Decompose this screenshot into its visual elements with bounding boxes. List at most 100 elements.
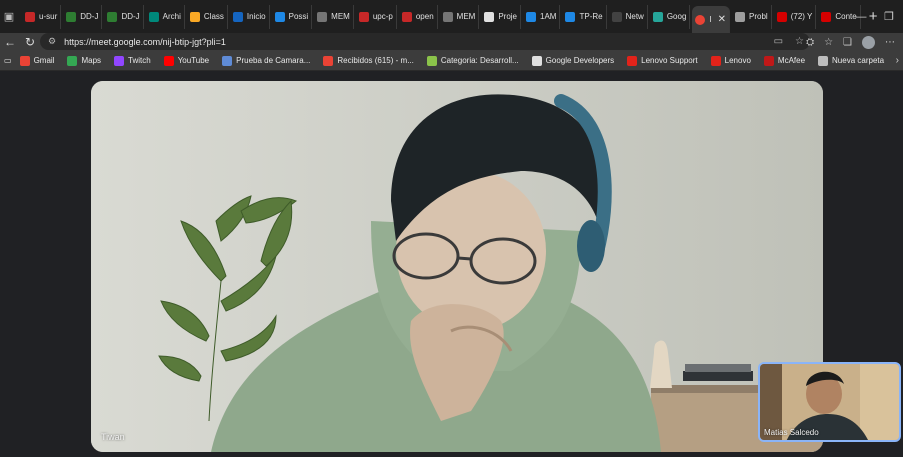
bookmark-favicon-icon	[19, 55, 30, 66]
bookmarks-overflow-icon[interactable]: ›	[896, 55, 899, 66]
tab-label: Netw	[625, 12, 644, 21]
workspaces-icon[interactable]: ▣	[0, 8, 18, 26]
bookmark-label: Prueba de Camara...	[236, 56, 311, 65]
bookmark-label: Maps	[81, 56, 102, 65]
back-icon[interactable]: ←	[0, 35, 20, 49]
self-view-tile[interactable]: Matias Salcedo	[758, 362, 901, 442]
tab-favicon-icon	[484, 11, 495, 22]
browser-tab[interactable]: MEM	[314, 4, 354, 29]
browser-tab[interactable]: u-sur	[22, 4, 62, 29]
active-tab-label: I	[709, 15, 712, 24]
browser-tab[interactable]: MEM	[440, 4, 480, 29]
browser-tab[interactable]: Class	[187, 4, 228, 29]
browser-tab[interactable]: Proje	[481, 4, 522, 29]
tab-label: Proje	[498, 12, 518, 21]
collections-icon[interactable]: ❏	[843, 37, 852, 48]
browser-tab[interactable]: Netw	[609, 4, 648, 29]
bookmark-label: YouTube	[177, 56, 210, 65]
tab-favicon-icon	[565, 11, 576, 22]
bookmark-item[interactable]: Twitch	[114, 55, 151, 66]
reload-icon[interactable]: ↻	[20, 35, 40, 49]
bookmark-item[interactable]: Maps	[67, 55, 102, 66]
bookmark-item[interactable]: Recibidos (615) - m...	[323, 55, 414, 66]
tab-label: MEM	[456, 12, 476, 21]
more-menu-icon[interactable]: ⋯	[885, 37, 895, 48]
browser-tab[interactable]: upc-p	[356, 4, 397, 29]
tab-label: Goog	[666, 12, 687, 21]
favorites-icon[interactable]: ☆	[824, 37, 833, 48]
tab-favicon-icon	[148, 11, 159, 22]
browser-tab[interactable]: Possi	[272, 4, 313, 29]
close-tab-icon[interactable]: ✕	[718, 14, 726, 25]
bookmark-item[interactable]: YouTube	[163, 55, 210, 66]
tab-favicon-icon	[442, 11, 453, 22]
tab-favicon-icon	[317, 11, 328, 22]
browser-tab[interactable]: Probl	[732, 4, 772, 29]
tab-favicon-icon	[25, 11, 35, 22]
bookmark-item[interactable]: McAfee	[763, 55, 806, 66]
favorite-star-icon[interactable]: ☆	[795, 36, 804, 47]
camera-in-use-icon[interactable]: ▭	[774, 36, 783, 47]
self-participant-name: Matias Salcedo	[764, 428, 819, 437]
tab-label: Probl	[749, 12, 768, 21]
bookmark-item[interactable]: Lenovo Support	[627, 55, 698, 66]
tab-favicon-icon	[401, 11, 412, 22]
browser-tab[interactable]: Goog	[650, 4, 691, 29]
meeting-stage: Tiwan Matias Salcedo	[0, 71, 903, 457]
bookmark-item[interactable]: Prueba de Camara...	[222, 55, 311, 66]
tab-label: MEM	[331, 12, 350, 21]
tab-label: u-sur	[39, 12, 58, 21]
bookmark-label: Nueva carpeta	[832, 56, 885, 65]
bookmark-favicon-icon	[818, 55, 829, 66]
tab-favicon-icon	[776, 11, 787, 22]
restore-button[interactable]: ❐	[875, 10, 903, 23]
bookmark-item[interactable]: Nueva carpeta	[818, 55, 885, 66]
tab-favicon-icon	[66, 11, 77, 22]
address-bar[interactable]: ⚙ https://meet.google.com/nij-btip-jgt?p…	[40, 33, 810, 50]
tab-favicon-icon	[358, 11, 369, 22]
bookmark-label: Recibidos (615) - m...	[337, 56, 414, 65]
extensions-icon[interactable]: ⛭	[806, 37, 814, 48]
bookmark-favicon-icon	[627, 55, 638, 66]
tab-favicon-icon	[107, 11, 118, 22]
browser-tab[interactable]: DD-J	[63, 4, 103, 29]
bookmark-item[interactable]: Lenovo	[710, 55, 751, 66]
minimize-button[interactable]: —	[847, 11, 875, 23]
tab-label: Class	[203, 12, 224, 21]
bookmark-item[interactable]: Categoria: Desarroll...	[426, 55, 519, 66]
site-info-icon[interactable]: ⚙	[48, 36, 56, 47]
browser-tab[interactable]: (72) Y	[774, 4, 817, 29]
tab-label: upc-p	[372, 12, 393, 21]
bookmark-label: McAfee	[777, 56, 806, 65]
bookmark-item[interactable]: Gmail	[19, 55, 55, 66]
tabs-container: u-sur DD-J DD-J Archi Class Inicio Possi MEM upc…	[22, 0, 877, 33]
profile-avatar[interactable]	[862, 35, 875, 49]
tab-label: Inicio	[246, 12, 266, 21]
tab-label: 1AM	[540, 12, 557, 21]
main-video-tile[interactable]: Tiwan	[91, 81, 823, 452]
tab-label: (72) Y	[790, 12, 813, 21]
tab-strip: ▣ u-sur DD-J DD-J Archi Class Inicio Possi MEM u…	[0, 0, 903, 33]
bookmark-favicon-icon	[426, 55, 437, 66]
main-video-feed	[91, 81, 823, 452]
browser-tab[interactable]: open	[399, 4, 438, 29]
url-text[interactable]: https://meet.google.com/nij-btip-jgt?pli…	[64, 37, 226, 47]
bookmark-favicon-icon	[114, 55, 125, 66]
bookmark-favicon-icon	[222, 55, 233, 66]
active-tab[interactable]: I ✕	[692, 6, 731, 33]
main-participant-name: Tiwan	[101, 432, 125, 442]
browser-tab[interactable]: Archi	[146, 4, 185, 29]
tab-label: open	[415, 12, 434, 21]
tab-favicon-icon	[232, 11, 243, 22]
bookmarks-menu-icon[interactable]: ▭	[4, 56, 12, 65]
bookmark-label: Gmail	[33, 56, 55, 65]
tab-favicon-icon	[611, 11, 622, 22]
bookmarks-bar: ▭ Gmail Maps Twitch YouTube Prueba de Camara…	[0, 51, 903, 71]
bookmark-favicon-icon	[163, 55, 174, 66]
browser-tab[interactable]: DD-J	[104, 4, 144, 29]
browser-tab[interactable]: Inicio	[230, 4, 270, 29]
browser-tab[interactable]: TP-Re	[562, 4, 607, 29]
tab-label: DD-J	[121, 12, 140, 21]
browser-tab[interactable]: 1AM	[523, 4, 561, 29]
bookmark-item[interactable]: Google Developers	[531, 55, 614, 66]
